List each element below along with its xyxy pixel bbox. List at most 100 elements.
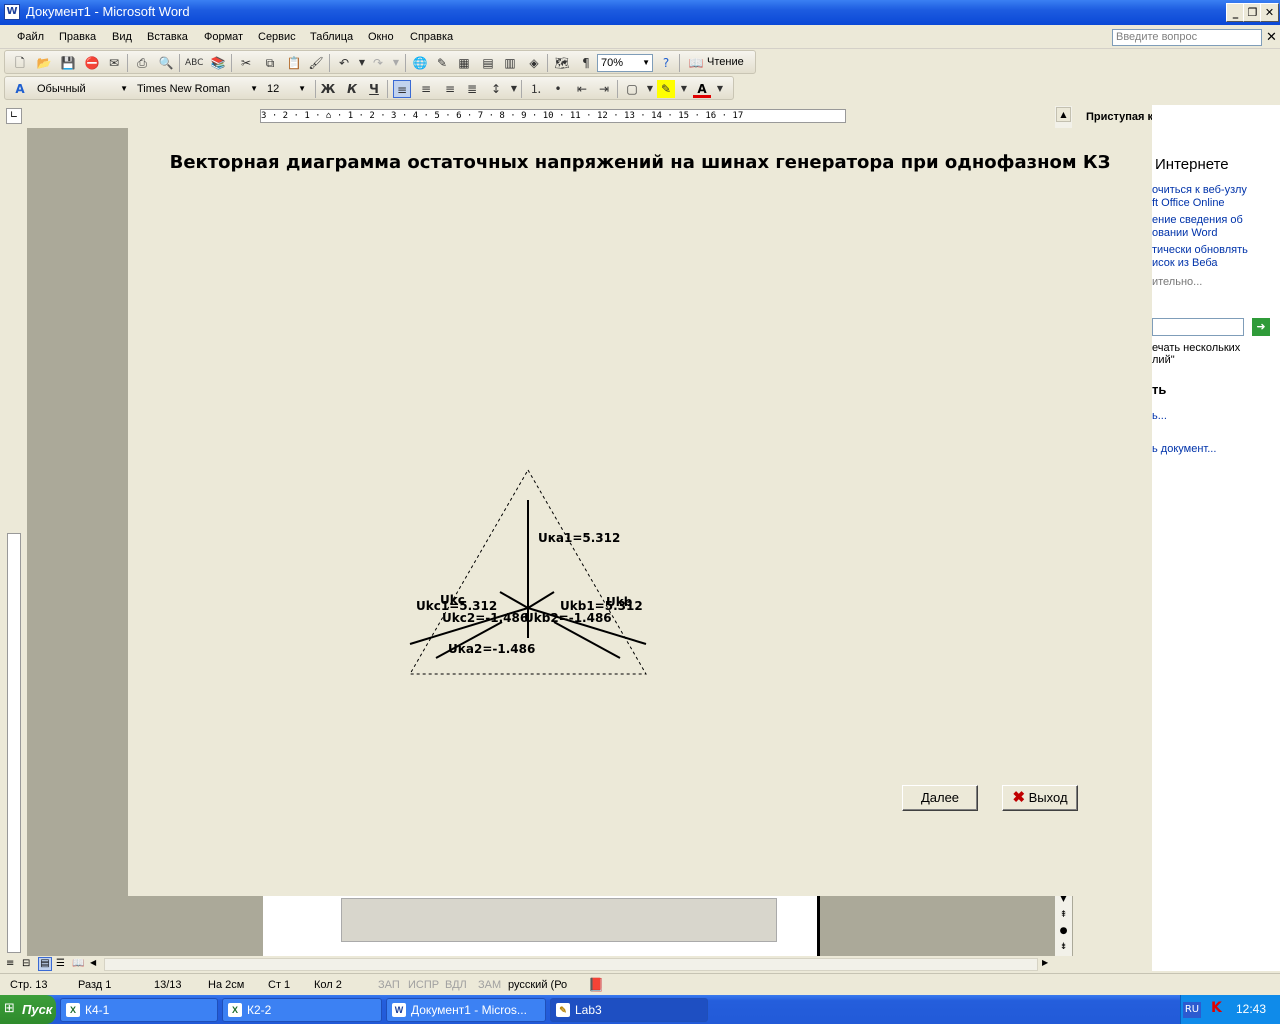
bullets-icon[interactable]: • <box>549 80 567 98</box>
prev-page-icon[interactable]: ⇞ <box>1056 910 1071 925</box>
columns-icon[interactable]: ▥ <box>501 54 519 72</box>
email-icon[interactable]: ✉ <box>105 54 123 72</box>
task-k4-1[interactable]: X К4-1 <box>60 998 218 1022</box>
normal-view-icon[interactable]: ≡ <box>6 958 14 969</box>
status-ovr[interactable]: ЗАМ <box>478 979 501 991</box>
cut-icon[interactable]: ✂ <box>237 54 255 72</box>
save-icon[interactable]: 💾 <box>59 54 77 72</box>
font-color-icon[interactable]: A <box>693 80 711 98</box>
line-spacing-icon[interactable]: ↕ <box>487 80 505 98</box>
borders-icon[interactable]: ▢ <box>623 80 641 98</box>
outline-view-icon[interactable]: ☰ <box>56 958 65 969</box>
drawing-icon[interactable]: ◈ <box>525 54 543 72</box>
vertical-ruler[interactable] <box>4 128 24 958</box>
insert-table-icon[interactable]: ▦ <box>455 54 473 72</box>
scroll-down-button[interactable]: ▼ <box>1056 894 1071 909</box>
font-select[interactable]: Times New Roman ▼ <box>133 80 261 98</box>
tp-search-go-icon[interactable]: ➜ <box>1252 318 1270 336</box>
word-app-icon[interactable]: W <box>4 4 20 20</box>
justify-icon[interactable]: ≣ <box>463 80 481 98</box>
copy-icon[interactable]: ⧉ <box>261 54 279 72</box>
menu-window[interactable]: Окно <box>368 31 394 43</box>
decrease-indent-icon[interactable]: ⇤ <box>573 80 591 98</box>
exit-button[interactable]: ✖ Выход <box>1002 785 1078 811</box>
redo-icon[interactable]: ↷ <box>369 54 387 72</box>
styles-icon[interactable]: A <box>11 80 29 98</box>
menu-tools[interactable]: Сервис <box>258 31 296 43</box>
undo-icon[interactable]: ↶ <box>335 54 353 72</box>
open-icon[interactable]: 📂 <box>35 54 53 72</box>
ask-question-input[interactable]: Введите вопрос <box>1112 29 1262 46</box>
tp-link-3[interactable]: ение сведения об <box>1152 214 1280 227</box>
align-center-icon[interactable]: ≡ <box>417 80 435 98</box>
tab-selector[interactable]: ∟ <box>6 108 22 124</box>
numbering-icon[interactable]: ⒈ <box>527 80 545 98</box>
menu-insert[interactable]: Вставка <box>147 31 188 43</box>
menu-table[interactable]: Таблица <box>310 31 353 43</box>
menu-file[interactable]: Файл <box>17 31 44 43</box>
antivirus-icon[interactable]: K <box>1211 1000 1222 1016</box>
permission-icon[interactable]: ⛔ <box>83 54 101 72</box>
task-k2-2[interactable]: X К2-2 <box>222 998 382 1022</box>
status-ext[interactable]: ВДЛ <box>445 979 467 991</box>
menu-help[interactable]: Справка <box>410 31 453 43</box>
research-icon[interactable]: 📚 <box>209 54 227 72</box>
highlight-icon[interactable]: ✎ <box>657 80 675 98</box>
menu-view[interactable]: Вид <box>112 31 132 43</box>
menu-format[interactable]: Формат <box>204 31 243 43</box>
zoom-select[interactable]: 70% ▼ <box>597 54 653 72</box>
insert-excel-icon[interactable]: ▤ <box>479 54 497 72</box>
highlight-dropdown-icon[interactable]: ▼ <box>675 80 693 98</box>
browse-object-icon[interactable]: ● <box>1056 926 1071 941</box>
close-doc-icon[interactable]: ✕ <box>1266 29 1277 45</box>
tp-search-input[interactable] <box>1152 318 1244 336</box>
tables-borders-icon[interactable]: ✎ <box>433 54 451 72</box>
tp-open-link[interactable]: ь... <box>1152 410 1280 423</box>
status-rec[interactable]: ЗАП <box>378 979 400 991</box>
web-view-icon[interactable]: ⊟ <box>22 958 30 969</box>
hyperlink-icon[interactable]: 🌐 <box>411 54 429 72</box>
task-lab3[interactable]: ✎ Lab3 <box>550 998 708 1022</box>
format-painter-icon[interactable]: 🖌 <box>307 54 325 72</box>
read-button[interactable]: Чтение <box>707 56 744 68</box>
horizontal-scroll-track[interactable] <box>104 958 1038 971</box>
tp-link-2[interactable]: ft Office Online <box>1152 197 1280 210</box>
status-trk[interactable]: ИСПР <box>408 979 439 991</box>
task-word-doc[interactable]: W Документ1 - Micros... <box>386 998 546 1022</box>
spelling-icon[interactable]: ABC <box>185 54 203 72</box>
next-button[interactable]: Далее <box>902 785 978 811</box>
doc-map-icon[interactable]: 🗺 <box>553 54 571 72</box>
horizontal-ruler[interactable]: 3 · 2 · 1 · ⌂ · 1 · 2 · 3 · 4 · 5 · 6 · … <box>30 106 1075 126</box>
print-icon[interactable]: ⎙ <box>133 54 151 72</box>
scroll-right-button[interactable]: ▶ <box>1042 958 1048 967</box>
help-icon[interactable]: ? <box>657 54 675 72</box>
increase-indent-icon[interactable]: ⇥ <box>595 80 613 98</box>
style-select[interactable]: Обычный ▼ <box>33 80 131 98</box>
tp-link-1[interactable]: очиться к веб-узлу <box>1152 184 1280 197</box>
close-button[interactable]: ✕ <box>1260 3 1279 22</box>
paste-icon[interactable]: 📋 <box>285 54 303 72</box>
bold-button[interactable]: Ж <box>319 80 337 98</box>
new-icon[interactable]: 🗋 <box>11 54 29 72</box>
preview-icon[interactable]: 🔍 <box>157 54 175 72</box>
spelling-status-icon[interactable]: 📕 <box>588 977 604 993</box>
tp-more[interactable]: ительно... <box>1152 276 1280 288</box>
print-view-icon[interactable]: ▤ <box>38 957 52 971</box>
status-language[interactable]: русский (Ро <box>508 979 567 991</box>
tp-new-doc-link[interactable]: ь документ... <box>1152 443 1280 456</box>
underline-button[interactable]: Ч <box>365 80 383 98</box>
align-left-icon[interactable]: ≡ <box>393 80 411 98</box>
scroll-up-button[interactable]: ▲ <box>1056 107 1071 122</box>
size-select[interactable]: 12 ▼ <box>263 80 309 98</box>
tp-link-5[interactable]: тически обновлять <box>1152 244 1280 257</box>
italic-button[interactable]: К <box>343 80 361 98</box>
font-color-dropdown-icon[interactable]: ▼ <box>711 80 729 98</box>
tp-link-4[interactable]: овании Word <box>1152 227 1280 240</box>
next-page-icon[interactable]: ⇟ <box>1056 942 1071 957</box>
scroll-left-button[interactable]: ◀ <box>90 958 96 967</box>
show-hide-icon[interactable]: ¶ <box>577 54 595 72</box>
align-right-icon[interactable]: ≡ <box>441 80 459 98</box>
language-indicator[interactable]: RU <box>1183 1002 1201 1018</box>
menu-edit[interactable]: Правка <box>59 31 96 43</box>
tp-link-6[interactable]: исок из Веба <box>1152 257 1280 270</box>
